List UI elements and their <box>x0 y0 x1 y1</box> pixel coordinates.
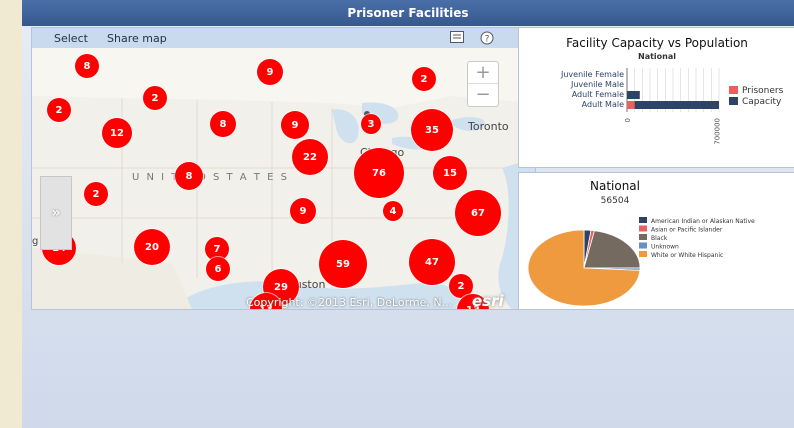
legend-label: Prisoners <box>742 86 784 96</box>
legend-label: Capacity <box>742 97 782 107</box>
map-label-edge: g <box>32 236 39 247</box>
svg-text:?: ? <box>485 35 490 45</box>
capacity-chart-panel: Facility Capacity vs Population National… <box>518 27 794 168</box>
cluster-count: 76 <box>372 167 386 179</box>
map-copyright: Copyright: ©2013 Esri, DeLorme, N... <box>246 296 453 309</box>
select-button[interactable]: Select <box>54 32 88 45</box>
cluster-count: 7 <box>213 243 221 255</box>
category-label: Juvenile Female <box>560 70 624 79</box>
cluster-count: 3 <box>367 118 375 130</box>
cluster-count: 2 <box>457 280 465 292</box>
cluster-count: 4 <box>389 205 397 217</box>
chart-title: Facility Capacity vs Population <box>566 36 748 50</box>
category-label: Adult Female <box>572 90 624 99</box>
facility-cluster[interactable]: 35 <box>411 109 453 151</box>
cluster-count: 29 <box>274 281 288 293</box>
cluster-count: 35 <box>425 124 439 136</box>
app-background: Prisoner Facilities Select Share map ? T… <box>22 0 794 428</box>
legend-label: Unknown <box>651 244 679 251</box>
facility-cluster[interactable]: 8 <box>210 111 236 137</box>
cluster-count: 47 <box>425 256 439 268</box>
legend-icon[interactable] <box>450 31 464 46</box>
cluster-count: 20 <box>145 241 159 253</box>
facility-cluster[interactable]: 8 <box>175 162 203 190</box>
cluster-count: 22 <box>303 151 317 163</box>
facility-cluster[interactable]: 2 <box>143 86 167 110</box>
cluster-count: 9 <box>299 205 307 217</box>
bar-capacity <box>627 101 719 109</box>
cluster-count: 8 <box>185 170 193 182</box>
map-toolbar: Select Share map ? <box>32 28 535 48</box>
facility-cluster[interactable]: 8 <box>75 54 99 78</box>
facility-cluster[interactable]: 2 <box>84 182 108 206</box>
expand-panel-button[interactable]: » <box>40 176 72 250</box>
map-label-country: U N I T E D S T A T E S <box>132 172 289 183</box>
chart-subtitle: National <box>638 52 676 61</box>
x-tick-label: 700000 <box>713 118 721 145</box>
map-label-toronto: Toronto <box>468 120 509 133</box>
cluster-count: 15 <box>443 167 457 179</box>
race-chart-panel: National 56504 American Indian or Alaska… <box>518 172 794 310</box>
legend-label: White or White Hispanic <box>651 252 723 259</box>
facility-cluster[interactable]: 47 <box>409 239 455 285</box>
facility-cluster[interactable]: 4 <box>383 201 403 221</box>
cluster-count: 9 <box>266 66 274 78</box>
map-panel[interactable]: Select Share map ? Toronto ouston U N I … <box>31 27 536 310</box>
cluster-count: 2 <box>55 104 63 116</box>
facility-cluster[interactable]: 6 <box>206 257 230 281</box>
zoom-control: + − <box>467 61 499 107</box>
facility-cluster[interactable]: 15 <box>433 156 467 190</box>
cluster-count: 59 <box>336 258 350 270</box>
app-title: Prisoner Facilities <box>22 0 794 26</box>
cluster-count: 67 <box>471 207 485 219</box>
cluster-count: 8 <box>219 118 227 130</box>
facility-cluster[interactable]: 2 <box>412 67 436 91</box>
esri-logo: esri <box>472 292 504 310</box>
x-tick-label: 0 <box>624 118 632 122</box>
legend-swatch <box>639 251 647 257</box>
facility-cluster[interactable]: 3 <box>361 114 381 134</box>
pie-chart: American Indian or Alaskan Native Asian o… <box>527 217 755 307</box>
bar-prisoners <box>627 101 635 109</box>
cluster-count: 9 <box>291 119 299 131</box>
cluster-count: 2 <box>92 188 100 200</box>
legend-swatch <box>639 225 647 232</box>
cluster-count: 6 <box>214 263 222 275</box>
facility-cluster[interactable]: 9 <box>290 198 316 224</box>
facility-cluster[interactable]: 76 <box>354 148 404 198</box>
legend-swatch <box>729 97 738 105</box>
legend-label: Asian or Pacific Islander <box>651 227 723 234</box>
facility-cluster[interactable]: 12 <box>102 118 132 148</box>
category-label: Juvenile Male <box>570 80 624 89</box>
facility-cluster[interactable]: 20 <box>134 229 170 265</box>
map-canvas[interactable]: Chicago Toronto ouston U N I T E D S T A… <box>32 48 535 309</box>
cluster-count: 2 <box>420 73 428 85</box>
facility-cluster[interactable]: 9 <box>257 59 283 85</box>
share-map-button[interactable]: Share map <box>107 32 167 45</box>
bar-chart: Juvenile FemaleJuvenile MaleAdult Female… <box>560 68 784 145</box>
legend-label: Black <box>651 235 668 242</box>
facility-cluster[interactable]: 9 <box>281 111 309 139</box>
legend-swatch <box>729 86 738 94</box>
legend-swatch <box>639 217 647 223</box>
bar-capacity <box>627 91 640 99</box>
facility-cluster[interactable]: 59 <box>319 240 367 288</box>
help-icon[interactable]: ? <box>480 31 494 48</box>
zoom-in-button[interactable]: + <box>468 62 498 84</box>
double-chevron-right-icon: » <box>51 205 61 221</box>
cluster-count: 2 <box>151 92 159 104</box>
facility-cluster[interactable]: 2 <box>47 98 71 122</box>
facility-cluster[interactable]: 22 <box>292 139 328 175</box>
cluster-count: 8 <box>83 60 91 72</box>
category-label: Adult Male <box>582 100 624 109</box>
legend-swatch <box>639 234 647 240</box>
zoom-out-button[interactable]: − <box>468 84 498 105</box>
cluster-count: 12 <box>110 127 124 139</box>
legend-label: American Indian or Alaskan Native <box>651 218 755 225</box>
legend-swatch <box>639 242 647 249</box>
